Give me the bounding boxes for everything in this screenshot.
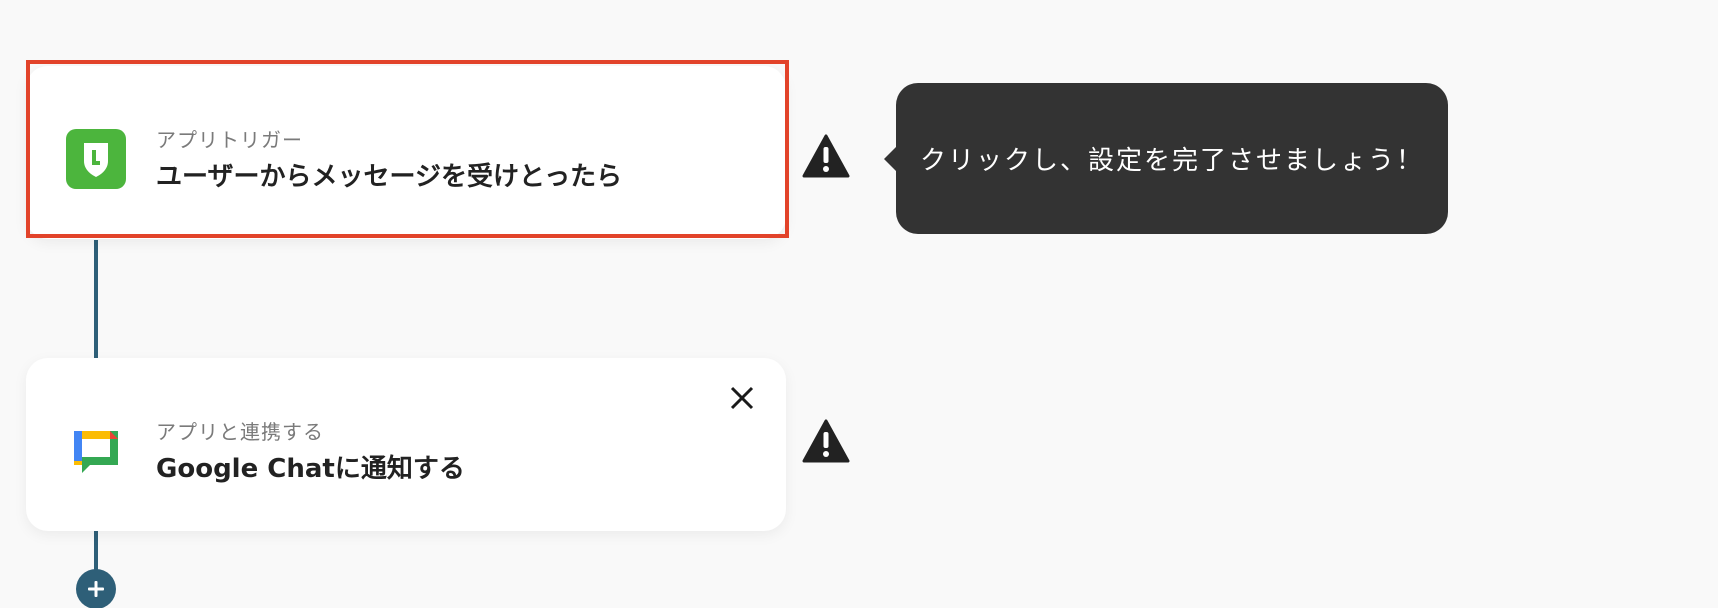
step-label: アプリトリガー [156,128,303,152]
add-step-button[interactable] [76,569,116,608]
tooltip-text: クリックし、設定を完了させましょう！ [920,146,1425,176]
action-step-card[interactable]: アプリと連携する Google Chatに通知する [26,358,786,531]
warning-icon[interactable] [802,134,850,178]
flow-connector-line [94,240,98,358]
trigger-step-card[interactable]: アプリトリガー ユーザーからメッセージを受けとったら [26,66,786,239]
close-icon[interactable] [724,380,760,416]
line-app-icon [66,129,126,189]
step-title: Google Chatに通知する [156,454,465,484]
google-chat-icon [66,421,126,481]
flow-canvas: アプリトリガー ユーザーからメッセージを受けとったら アプリと連携する Goog… [0,0,1718,608]
warning-icon[interactable] [802,419,850,463]
step-title: ユーザーからメッセージを受けとったら [156,162,623,192]
step-label: アプリと連携する [156,420,324,444]
setup-tooltip: クリックし、設定を完了させましょう！ [884,83,1448,234]
flow-connector-line [94,530,98,570]
